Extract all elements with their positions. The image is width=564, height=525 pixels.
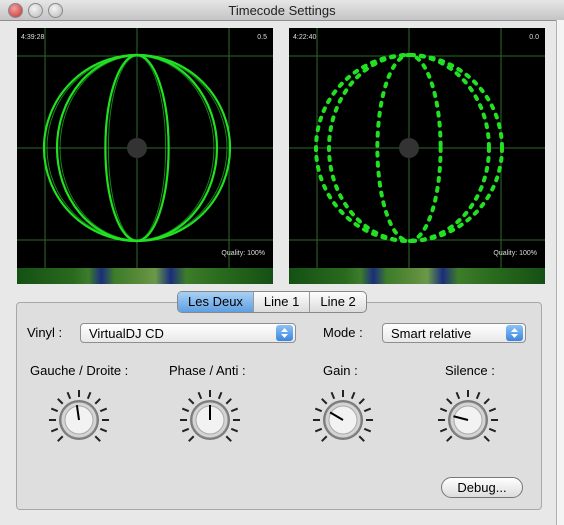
- window-title: Timecode Settings: [228, 3, 336, 18]
- right-scope-time: 4:22:40: [293, 34, 317, 41]
- vinyl-label: Vinyl :: [27, 325, 63, 340]
- right-scope-quality: Quality: 100%: [493, 250, 537, 257]
- mode-select[interactable]: Smart relative: [382, 323, 526, 343]
- vinyl-select[interactable]: VirtualDJ CD: [80, 323, 296, 343]
- phase-anti-label: Phase / Anti :: [169, 363, 246, 378]
- mode-select-arrows-icon: [506, 325, 523, 341]
- right-scope-plot: [289, 28, 545, 268]
- gauche-droite-label: Gauche / Droite :: [30, 363, 129, 378]
- left-scope: 4:39:28 0.5 Quality: 100%: [17, 28, 273, 284]
- vinyl-value: VirtualDJ CD: [89, 326, 164, 341]
- right-signal-strip: [289, 268, 545, 284]
- right-scope: 4:22:40 0.0 Quality: 100%: [289, 28, 545, 284]
- gain-knob[interactable]: [306, 388, 380, 448]
- debug-button[interactable]: Debug...: [441, 477, 523, 498]
- left-scope-quality: Quality: 100%: [221, 250, 265, 257]
- tab-line-2[interactable]: Line 2: [310, 292, 365, 312]
- gauche-droite-knob[interactable]: [42, 388, 116, 448]
- window-edge: [556, 20, 564, 525]
- silence-knob[interactable]: [431, 388, 505, 448]
- left-scope-value: 0.5: [257, 34, 267, 41]
- tab-les-deux[interactable]: Les Deux: [178, 292, 254, 312]
- mode-label: Mode :: [323, 325, 363, 340]
- title-bar: Timecode Settings: [0, 0, 564, 21]
- right-scope-value: 0.0: [529, 34, 539, 41]
- left-scope-time: 4:39:28: [21, 34, 45, 41]
- vinyl-select-arrows-icon: [276, 325, 293, 341]
- gain-label: Gain :: [323, 363, 358, 378]
- phase-anti-knob[interactable]: [173, 388, 247, 448]
- line-tabs: Les Deux Line 1 Line 2: [177, 291, 367, 313]
- left-signal-strip: [17, 268, 273, 284]
- mode-value: Smart relative: [391, 326, 472, 341]
- silence-label: Silence :: [445, 363, 495, 378]
- left-scope-plot: [17, 28, 273, 268]
- tab-line-1[interactable]: Line 1: [254, 292, 311, 312]
